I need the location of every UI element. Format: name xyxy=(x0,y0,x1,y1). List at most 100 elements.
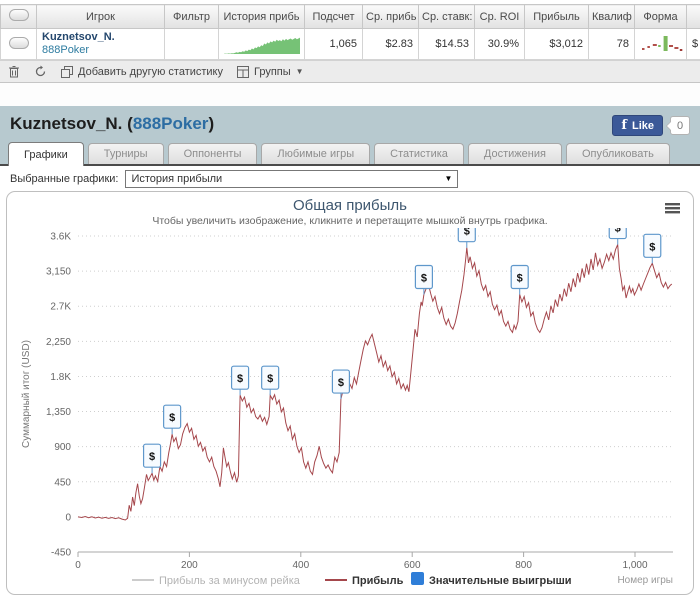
col-form[interactable]: Форма xyxy=(635,5,687,29)
select-all-checkbox[interactable] xyxy=(9,9,29,21)
x-axis-title: Номер игры xyxy=(617,575,673,586)
paren-close: ) xyxy=(208,114,214,133)
y-tick-label: 3,150 xyxy=(46,267,71,278)
y-axis-title: Суммарный итог (USD) xyxy=(21,340,32,448)
form-mini-chart xyxy=(640,33,684,53)
form-item xyxy=(647,46,650,48)
y-tick-label: 1,350 xyxy=(46,407,71,418)
y-tick-label: 1.8K xyxy=(50,372,71,383)
avg-stake-cell: $14.53 xyxy=(419,29,475,60)
profile-tabs: Графики Турниры Оппоненты Любимые игры С… xyxy=(8,142,670,164)
chart-subtitle: Чтобы увеличить изображение, кликните и … xyxy=(152,215,547,227)
row-checkbox[interactable] xyxy=(9,37,29,49)
profit-history-cell[interactable] xyxy=(219,29,305,60)
col-avg-stake[interactable]: Ср. ставк: xyxy=(419,5,475,29)
dollar-icon: $ xyxy=(421,273,427,285)
y-tick-label: 900 xyxy=(54,442,71,453)
chart-legend: Прибыль за минусом рейка Прибыль Значитель… xyxy=(132,572,572,587)
dollar-icon: $ xyxy=(338,377,344,389)
tab-publish[interactable]: Опубликовать xyxy=(566,143,670,164)
trash-icon xyxy=(8,65,20,78)
stats-header-row: Игрок Фильтр История прибь Подсчет Ср. п… xyxy=(1,5,700,29)
form-item xyxy=(658,45,661,47)
legend-item-wins[interactable]: Значительные выигрыши xyxy=(429,575,572,587)
groups-caret-icon: ▼ xyxy=(296,68,304,76)
chart-type-select[interactable]: История прибыли ▼ xyxy=(125,170,458,188)
tab-tournaments[interactable]: Турниры xyxy=(88,143,164,164)
profile-site-link[interactable]: 888Poker xyxy=(133,114,209,133)
dollar-icon: $ xyxy=(464,226,470,238)
groups-label: Группы xyxy=(254,66,291,78)
table-row: Kuznetsov_N. 888Poker 1,065 $2.83 $14.53… xyxy=(1,29,700,60)
dollar-icon: $ xyxy=(169,412,175,424)
tab-achievements[interactable]: Достижения xyxy=(468,143,562,164)
sparkline-area xyxy=(224,37,300,53)
dollar-icon: $ xyxy=(237,373,243,385)
col-clipped xyxy=(687,5,700,29)
dollar-icon: $ xyxy=(615,223,621,235)
col-count[interactable]: Подсчет xyxy=(305,5,363,29)
tab-statistics[interactable]: Статистика xyxy=(374,143,464,164)
tab-favorite-games[interactable]: Любимые игры xyxy=(261,143,370,164)
delete-button[interactable] xyxy=(8,65,20,78)
spacer xyxy=(0,83,700,106)
tab-charts[interactable]: Графики xyxy=(8,142,84,166)
col-player[interactable]: Игрок xyxy=(37,5,165,29)
like-label: Like xyxy=(632,120,654,132)
groups-button[interactable]: Группы ▼ xyxy=(237,66,304,78)
y-tick-label: 2.7K xyxy=(50,302,71,313)
add-window-icon xyxy=(61,66,73,78)
profit-sparkline xyxy=(224,32,300,54)
profit-line-series[interactable] xyxy=(78,245,672,520)
col-profit[interactable]: Прибыль xyxy=(525,5,589,29)
player-site-label: 888Poker xyxy=(42,44,159,57)
form-item xyxy=(642,48,645,50)
player-cell[interactable]: Kuznetsov_N. 888Poker xyxy=(37,29,165,60)
x-tick-label: 600 xyxy=(404,560,421,571)
col-profit-history[interactable]: История прибь xyxy=(219,5,305,29)
count-cell: 1,065 xyxy=(305,29,363,60)
avg-roi-cell: 30.9% xyxy=(475,29,525,60)
tab-opponents[interactable]: Оппоненты xyxy=(168,143,258,164)
stats-table: Игрок Фильтр История прибь Подсчет Ср. п… xyxy=(0,4,700,60)
paren-open: ( xyxy=(122,114,132,133)
col-filter[interactable]: Фильтр xyxy=(165,5,219,29)
player-name-link[interactable]: Kuznetsov_N. xyxy=(42,31,159,44)
add-stat-label: Добавить другую статистику xyxy=(78,66,223,78)
dollar-icon: $ xyxy=(149,451,155,463)
marker-badge[interactable] xyxy=(609,216,626,239)
col-avg-roi[interactable]: Ср. ROI xyxy=(475,5,525,29)
refresh-button[interactable] xyxy=(34,65,47,78)
form-item xyxy=(680,49,683,51)
chart-type-value: История прибыли xyxy=(131,173,222,185)
chart-panel: Общая прибыльЧтобы увеличить изображение… xyxy=(6,191,694,595)
qualif-cell: 78 xyxy=(589,29,635,60)
facebook-like-button[interactable]: f Like xyxy=(612,115,663,136)
x-tick-label: 200 xyxy=(181,560,198,571)
chart-menu-icon[interactable] xyxy=(665,203,680,213)
row-select-cell[interactable] xyxy=(1,29,37,60)
form-item xyxy=(669,45,673,47)
avg-profit-cell: $2.83 xyxy=(363,29,419,60)
groups-grid-icon xyxy=(237,66,249,78)
form-item xyxy=(664,36,668,51)
chart-selector-label: Выбранные графики: xyxy=(10,173,118,185)
legend-item-profit[interactable]: Прибыль xyxy=(352,575,404,587)
col-avg-profit[interactable]: Ср. прибь xyxy=(363,5,419,29)
add-stat-button[interactable]: Добавить другую статистику xyxy=(61,66,223,78)
dollar-icon: $ xyxy=(267,373,273,385)
y-tick-label: 2,250 xyxy=(46,337,71,348)
profile-band: Kuznetsov_N. (888Poker) f Like 0 Графики… xyxy=(0,106,700,164)
filter-cell[interactable] xyxy=(165,29,219,60)
facebook-like-widget: f Like 0 xyxy=(612,115,690,136)
legend-swatch-wins xyxy=(411,572,424,585)
legend-item-rake[interactable]: Прибыль за минусом рейка xyxy=(159,575,301,587)
col-qualif[interactable]: Квалиф xyxy=(589,5,635,29)
significant-wins-markers: $$$$$$$$$$ xyxy=(144,216,661,474)
profit-chart[interactable]: Общая прибыльЧтобы увеличить изображение… xyxy=(7,192,693,594)
stats-table-wrap: Игрок Фильтр История прибь Подсчет Ср. п… xyxy=(0,4,700,60)
dollar-icon: $ xyxy=(649,241,655,253)
refresh-icon xyxy=(34,65,47,78)
select-all-header[interactable] xyxy=(1,5,37,29)
y-tick-label: 0 xyxy=(65,512,71,523)
